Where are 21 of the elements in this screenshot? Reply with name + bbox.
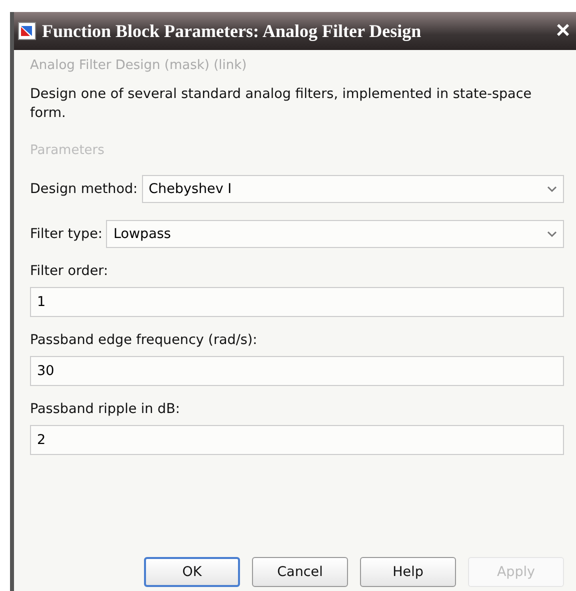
input-field[interactable]: 2 <box>30 425 564 455</box>
close-button[interactable]: × <box>550 19 576 43</box>
dialog-button[interactable]: Cancel <box>252 557 348 587</box>
app-icon <box>18 22 36 40</box>
dropdown-field[interactable]: Lowpass <box>106 220 564 248</box>
parameter-label: Passband edge frequency (rad/s): <box>30 332 258 348</box>
parameter-label: Passband ripple in dB: <box>30 401 181 417</box>
input-field[interactable]: 30 <box>30 356 564 386</box>
parameter-label: Filter type: <box>30 226 102 242</box>
block-subtitle: Analog Filter Design (mask) (link) <box>30 58 248 73</box>
parameter-label: Design method: <box>30 181 138 197</box>
input-field[interactable]: 1 <box>30 287 564 317</box>
section-heading: Parameters <box>30 143 106 158</box>
window-title: Function Block Parameters: Analog Filter Design <box>42 20 422 42</box>
dialog-button[interactable]: Help <box>360 557 456 587</box>
chevron-down-icon <box>547 230 557 238</box>
chevron-down-icon <box>547 186 557 192</box>
dialog-button[interactable]: OK <box>144 557 240 587</box>
block-description: Design one of several standard analog filters, implemented in state-space form. <box>30 85 533 123</box>
dropdown-field[interactable]: Chebyshev I <box>142 175 564 203</box>
parameter-label: Filter order: <box>30 263 110 279</box>
